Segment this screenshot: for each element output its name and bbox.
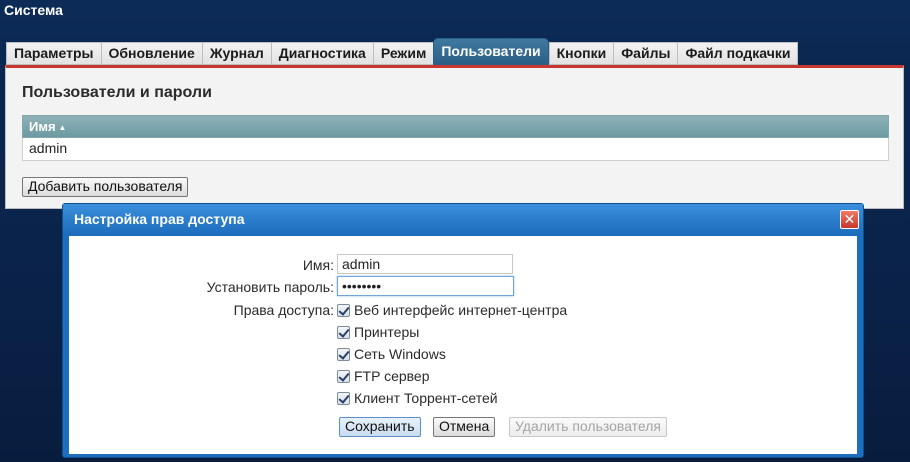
- delete-user-button: Удалить пользователя: [509, 417, 667, 437]
- dialog-title: Настройка прав доступа: [74, 211, 245, 227]
- user-name-cell: admin: [29, 140, 68, 156]
- name-input[interactable]: admin: [337, 254, 513, 274]
- permission-ftp: FTP сервер: [337, 366, 430, 386]
- checkbox-printers[interactable]: [337, 325, 350, 339]
- tab-mode[interactable]: Режим: [372, 42, 434, 65]
- tab-log[interactable]: Журнал: [201, 42, 271, 65]
- users-table: Имя ▲ admin: [22, 115, 889, 161]
- checkbox-torrent[interactable]: [337, 391, 350, 405]
- permission-torrent: Клиент Торрент-сетей: [337, 388, 498, 408]
- cancel-button[interactable]: Отмена: [433, 417, 496, 437]
- users-panel: Пользователи и пароли Имя ▲ admin Добавит…: [5, 65, 904, 209]
- permission-label: Сеть Windows: [354, 346, 446, 362]
- checkbox-windows-network[interactable]: [337, 347, 350, 361]
- permission-label: FTP сервер: [354, 368, 430, 384]
- tab-bar: Параметры Обновление Журнал Диагностика …: [6, 38, 799, 65]
- column-header-name[interactable]: Имя ▲: [22, 115, 889, 138]
- save-button[interactable]: Сохранить: [339, 417, 421, 437]
- name-label: Имя:: [302, 257, 334, 273]
- page-title: Система: [4, 2, 63, 18]
- table-row[interactable]: admin: [22, 138, 889, 161]
- section-title: Пользователи и пароли: [22, 84, 212, 101]
- password-input[interactable]: ••••••••: [337, 276, 514, 296]
- tab-users[interactable]: Пользователи: [433, 38, 549, 65]
- dialog-body: Имя: admin Установить пароль: •••••••• П…: [69, 236, 857, 454]
- column-header-label: Имя: [29, 119, 56, 134]
- permission-label: Клиент Торрент-сетей: [354, 390, 498, 406]
- tab-update[interactable]: Обновление: [100, 42, 202, 65]
- checkbox-ftp[interactable]: [337, 369, 350, 383]
- access-rights-dialog: Настройка прав доступа ✕ Имя: admin Уста…: [62, 203, 864, 458]
- permission-web-interface: Веб интерфейс интернет-центра: [337, 300, 567, 320]
- checkbox-web-interface[interactable]: [337, 303, 350, 317]
- permission-label: Веб интерфейс интернет-центра: [354, 302, 568, 318]
- tab-parameters[interactable]: Параметры: [6, 42, 101, 65]
- permission-label: Принтеры: [354, 324, 420, 340]
- dialog-header: Настройка прав доступа: [63, 204, 863, 235]
- permission-printers: Принтеры: [337, 322, 419, 342]
- tab-buttons[interactable]: Кнопки: [548, 42, 614, 65]
- password-label: Установить пароль:: [206, 279, 334, 295]
- rights-label: Права доступа:: [233, 302, 334, 318]
- sort-ascending-icon: ▲: [58, 123, 67, 132]
- add-user-button[interactable]: Добавить пользователя: [22, 177, 189, 197]
- close-icon[interactable]: ✕: [840, 210, 859, 229]
- tab-swap-file[interactable]: Файл подкачки: [677, 42, 799, 65]
- permission-windows-network: Сеть Windows: [337, 344, 446, 364]
- tab-files[interactable]: Файлы: [613, 42, 678, 65]
- tab-diagnostics[interactable]: Диагностика: [270, 42, 373, 65]
